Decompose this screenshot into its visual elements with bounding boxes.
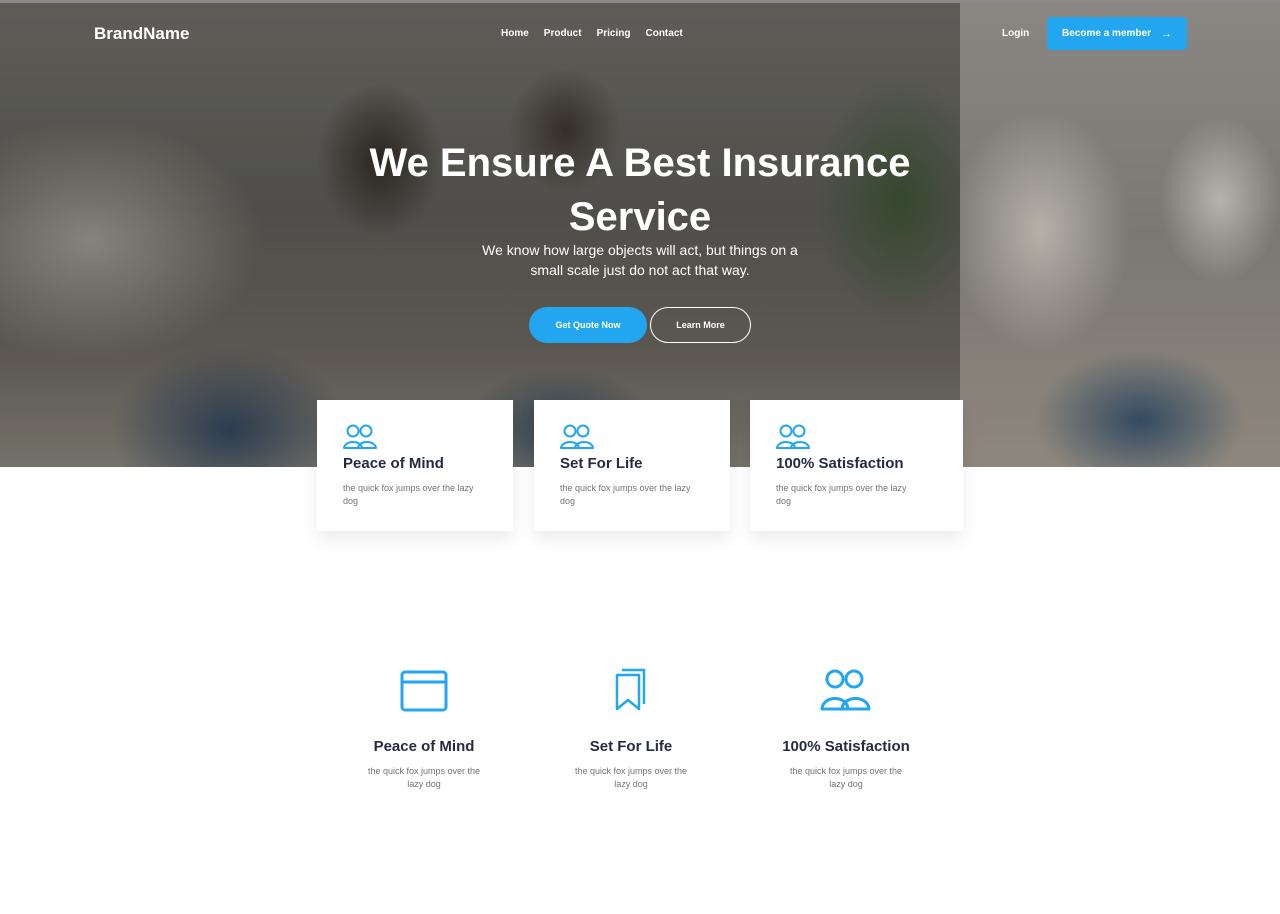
brand-logo[interactable]: BrandName <box>94 24 189 44</box>
top-border <box>0 0 1280 3</box>
users-icon <box>560 424 594 449</box>
card-description: the quick fox jumps over the lazy dog <box>343 483 474 506</box>
feature-description: the quick fox jumps over the lazy dog <box>789 766 903 789</box>
card-description: the quick fox jumps over the lazy dog <box>776 483 907 506</box>
nav-link-contact[interactable]: Contact <box>645 28 682 39</box>
card-description: the quick fox jumps over the lazy dog <box>560 483 691 506</box>
feature-item: Peace of Mind the quick fox jumps over t… <box>329 668 519 791</box>
feature-card: Set For Life the quick fox jumps over th… <box>534 400 730 531</box>
become-member-label: Become a member <box>1062 28 1151 39</box>
card-title: 100% Satisfaction <box>776 455 904 472</box>
feature-title: Set For Life <box>589 738 673 755</box>
become-member-button[interactable]: Become a member → <box>1047 17 1187 50</box>
next-section-heading-peek <box>580 905 700 914</box>
bookmarks-icon <box>615 668 646 711</box>
nav-link-pricing[interactable]: Pricing <box>597 28 631 39</box>
feature-item: Set For Life the quick fox jumps over th… <box>536 668 726 791</box>
nav-link-product[interactable]: Product <box>544 28 582 39</box>
browser-window-icon <box>400 670 448 712</box>
login-link[interactable]: Login <box>1002 28 1029 39</box>
feature-description: the quick fox jumps over the lazy dog <box>367 766 481 789</box>
learn-more-button[interactable]: Learn More <box>650 307 751 343</box>
feature-card: Peace of Mind the quick fox jumps over t… <box>317 400 513 531</box>
users-icon <box>343 424 377 449</box>
users-icon <box>820 669 871 711</box>
users-icon <box>776 424 810 449</box>
feature-title: Peace of Mind <box>373 738 475 755</box>
arrow-right-icon: → <box>1160 27 1172 40</box>
main-nav: Home Product Pricing Contact <box>501 28 683 39</box>
card-title: Set For Life <box>560 455 643 472</box>
hero-subtitle: We know how large objects will act, but … <box>482 242 798 278</box>
hero-title: We Ensure A Best Insurance Service <box>369 141 911 239</box>
get-quote-button[interactable]: Get Quote Now <box>529 307 647 343</box>
feature-item: 100% Satisfaction the quick fox jumps ov… <box>751 668 941 791</box>
feature-title: 100% Satisfaction <box>782 738 910 755</box>
card-title: Peace of Mind <box>343 455 444 472</box>
nav-link-home[interactable]: Home <box>501 28 529 39</box>
feature-card: 100% Satisfaction the quick fox jumps ov… <box>750 400 963 531</box>
feature-description: the quick fox jumps over the lazy dog <box>574 766 688 789</box>
hero-photo-repeat <box>960 0 1280 467</box>
